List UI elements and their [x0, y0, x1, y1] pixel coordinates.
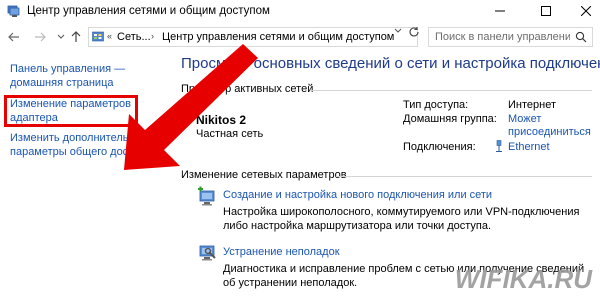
section-divider [310, 90, 592, 91]
network-type[interactable]: Частная сеть [196, 128, 263, 140]
search-icon[interactable] [575, 31, 587, 43]
minimize-button[interactable] [480, 0, 520, 22]
connections-label: Подключения: [403, 141, 476, 153]
address-bar[interactable]: « Сеть... › Центр управления сетями и об… [88, 27, 418, 47]
section-divider [336, 176, 592, 177]
link-change-adapter-settings-line1[interactable]: Изменение параметров [10, 98, 131, 112]
homegroup-link-line2[interactable]: присоединиться [508, 126, 591, 139]
homegroup-link[interactable]: Может присоединиться [508, 113, 591, 139]
link-control-panel-home-line1[interactable]: Панель управления — [10, 63, 125, 77]
arrow-up-icon [71, 31, 81, 42]
recent-locations-button[interactable] [53, 29, 69, 45]
link-advanced-sharing-settings[interactable]: Изменить дополнительные параметры общего… [10, 132, 151, 159]
window-title: Центр управления сетями и общим доступом [27, 5, 270, 17]
chevron-down-icon [57, 34, 65, 39]
maximize-icon [541, 6, 551, 16]
link-control-panel-home-line2[interactable]: домашняя страница [10, 77, 125, 91]
navigation-bar: « Сеть... › Центр управления сетями и об… [0, 24, 600, 50]
create-connection-link[interactable]: Создание и настройка нового подключения … [223, 189, 492, 201]
link-advanced-sharing-settings-line1[interactable]: Изменить дополнительные [10, 132, 151, 146]
breadcrumb-current[interactable]: Центр управления сетями и общим доступом [162, 31, 394, 43]
ethernet-link[interactable]: Ethernet [508, 141, 550, 154]
refresh-button[interactable] [408, 26, 420, 41]
arrow-left-icon [8, 32, 19, 42]
link-change-adapter-settings-line2[interactable]: адаптера [10, 112, 131, 126]
maximize-button[interactable] [526, 0, 566, 22]
access-type-label: Тип доступа: [403, 99, 469, 111]
watermark: WIFIKA.RU [454, 264, 592, 294]
active-networks-title: Просмотр активных сетей [181, 83, 314, 95]
homegroup-link-line1[interactable]: Может [508, 113, 591, 126]
close-button[interactable] [566, 0, 600, 22]
network-name: Nikitos 2 [196, 113, 247, 127]
breadcrumb-network[interactable]: Сеть... [117, 31, 151, 43]
troubleshoot-link[interactable]: Устранение неполадок [223, 246, 340, 258]
back-button[interactable] [6, 29, 22, 45]
page-title: Просмотр основных сведений о сети и наст… [181, 55, 600, 72]
link-control-panel-home[interactable]: Панель управления — домашняя страница [10, 63, 125, 90]
refresh-icon [409, 27, 419, 37]
forward-button[interactable] [32, 29, 48, 45]
title-bar: Центр управления сетями и общим доступом [0, 0, 600, 24]
search-input[interactable] [435, 30, 570, 44]
network-center-icon [7, 5, 20, 17]
search-box[interactable] [428, 27, 593, 47]
arrow-right-icon [35, 32, 46, 42]
new-connection-icon [198, 186, 215, 206]
control-panel-icon [92, 31, 104, 42]
left-pane: Панель управления — домашняя страница Из… [0, 50, 170, 298]
breadcrumb-chevron-icon[interactable]: › [151, 31, 154, 41]
minimize-icon [495, 10, 505, 12]
close-icon [581, 6, 591, 16]
homegroup-label: Домашняя группа: [403, 113, 497, 125]
access-type-value: Интернет [508, 99, 556, 111]
ethernet-icon [496, 140, 502, 152]
address-dropdown-icon[interactable] [394, 27, 402, 37]
breadcrumb-separator-icon: « [107, 31, 113, 41]
create-connection-desc: Настройка широкополосного, коммутируемог… [223, 206, 580, 232]
troubleshoot-icon [199, 245, 216, 261]
link-change-adapter-settings[interactable]: Изменение параметров адаптера [10, 98, 131, 125]
up-button[interactable] [68, 29, 84, 45]
change-settings-title: Изменение сетевых параметров [181, 169, 347, 181]
link-advanced-sharing-settings-line2[interactable]: параметры общего доступа [10, 146, 151, 160]
